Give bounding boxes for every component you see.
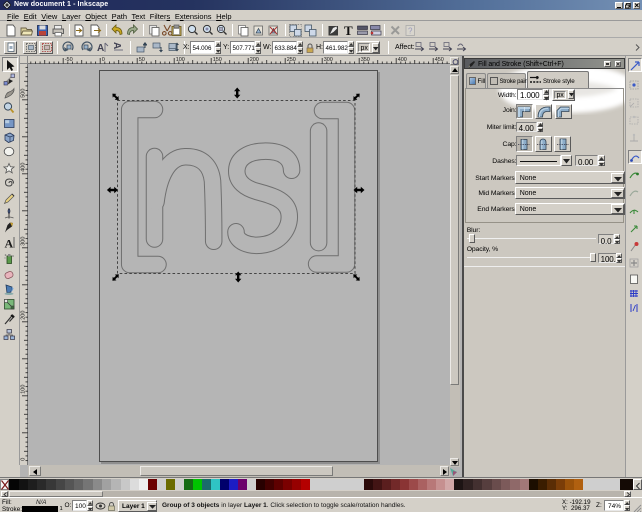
svg-text:400: 400 [21, 163, 27, 172]
svg-text:100: 100 [21, 385, 27, 394]
svg-text:350: 350 [361, 57, 370, 63]
svg-text:A: A [97, 43, 104, 54]
svg-text:100: 100 [176, 57, 185, 63]
svg-text:50: 50 [139, 57, 145, 63]
svg-text:450: 450 [435, 57, 444, 63]
svg-text:200: 200 [250, 57, 259, 63]
svg-text:T: T [344, 24, 353, 37]
svg-text:300: 300 [21, 237, 27, 246]
svg-text:0: 0 [21, 458, 27, 461]
svg-text:-50: -50 [65, 57, 73, 63]
svg-text:500: 500 [21, 89, 27, 98]
svg-text:0: 0 [102, 57, 105, 63]
svg-text:?: ? [408, 26, 413, 35]
svg-text:200: 200 [21, 311, 27, 320]
svg-text:A: A [112, 42, 122, 49]
svg-text:250: 250 [287, 57, 296, 63]
svg-text:300: 300 [324, 57, 333, 63]
svg-text:A: A [5, 237, 14, 250]
svg-text:150: 150 [213, 57, 222, 63]
svg-text:400: 400 [398, 57, 407, 63]
